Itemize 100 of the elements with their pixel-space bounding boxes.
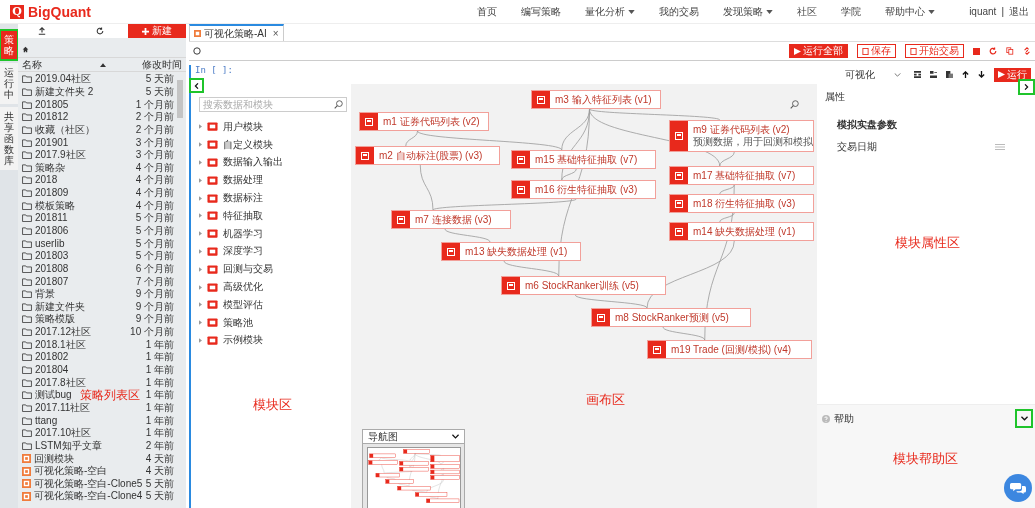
file-name[interactable]: 2017.11社区 [35, 402, 91, 413]
paste-icon[interactable] [946, 71, 953, 78]
chat-button[interactable] [1004, 474, 1032, 502]
file-name[interactable]: 测试bug [35, 390, 72, 401]
minimap-drawing[interactable] [366, 447, 461, 508]
file-name[interactable]: LSTM知乎文章 [35, 440, 102, 451]
username-link[interactable]: iquant [969, 6, 997, 17]
file-name[interactable]: 可视化策略-空白 [34, 466, 108, 477]
file-name[interactable]: 新建文件夹 2 [35, 86, 94, 97]
module-category[interactable]: 数据输入输出 [223, 155, 283, 170]
chevron-down-button[interactable] [1017, 411, 1031, 426]
module-node[interactable]: m18 衍生特征抽取 (v3) [669, 194, 814, 213]
file-name[interactable]: 2017.9社区 [35, 150, 86, 161]
module-category[interactable]: 高级优化 [223, 280, 263, 295]
module-category[interactable]: 数据处理 [223, 173, 263, 188]
column-header[interactable]: 修改时间 [142, 57, 182, 72]
file-name[interactable]: 收藏（社区） [35, 124, 95, 135]
expand-arrow-icon[interactable] [199, 160, 202, 165]
module-node[interactable]: m16 衍生特征抽取 (v3) [511, 180, 656, 199]
side-tab[interactable]: 运行中 [0, 63, 18, 104]
layout-icon[interactable] [930, 71, 937, 78]
module-node[interactable]: m14 缺失数据处理 (v1) [669, 222, 814, 241]
module-node[interactable]: m8 StockRanker预测 (v5) [591, 308, 751, 327]
side-tab[interactable]: 策略 [0, 30, 18, 60]
file-name[interactable]: 背景 [35, 289, 55, 300]
run-button[interactable]: 运行 [994, 67, 1031, 82]
expand-arrow-icon[interactable] [199, 248, 202, 254]
module-node[interactable]: m13 缺失数据处理 (v1) [441, 242, 581, 261]
module-category[interactable]: 特征抽取 [223, 208, 263, 223]
module-node[interactable]: m1 证券代码列表 (v2) [359, 112, 489, 131]
file-name[interactable]: 策略杂 [35, 162, 65, 173]
nav-link[interactable]: 编写策略 [521, 4, 562, 19]
nav-link[interactable]: 学院 [841, 4, 862, 19]
file-name[interactable]: 可视化策略-空白-Clone4 [34, 491, 143, 502]
module-category[interactable]: 自定义模块 [223, 137, 273, 152]
drag-handle-icon[interactable] [995, 144, 1005, 150]
file-name[interactable]: 201808 [35, 263, 69, 274]
file-name[interactable]: 新建文件夹 [35, 301, 85, 312]
file-name[interactable]: 201811 [35, 213, 68, 224]
copy-icon[interactable] [1006, 47, 1014, 55]
toolbar-button[interactable]: 保存 [857, 44, 896, 58]
file-name[interactable]: 2019.04社区 [35, 74, 92, 85]
file-name[interactable]: 模板策略 [35, 200, 75, 211]
nav-link[interactable]: 社区 [797, 4, 818, 19]
home-icon[interactable] [22, 45, 29, 53]
navigator-header[interactable]: 导航图 [363, 430, 464, 444]
side-tab[interactable]: 共享函数库 [0, 107, 18, 170]
file-name[interactable]: 201812 [35, 112, 69, 123]
file-name[interactable]: 2018.1社区 [35, 339, 86, 350]
file-name[interactable]: 201805 [35, 99, 69, 110]
upload-icon[interactable] [38, 27, 46, 35]
expand-arrow-icon[interactable] [199, 213, 202, 219]
file-name[interactable]: 2018 [35, 175, 58, 186]
file-name[interactable]: 2017.10社区 [35, 428, 92, 439]
module-category[interactable]: 模型评估 [223, 297, 263, 312]
nav-link[interactable]: 首页 [477, 4, 498, 19]
expand-arrow-icon[interactable] [199, 142, 202, 148]
file-name[interactable]: 2017.8社区 [35, 377, 86, 388]
sort-icon[interactable] [100, 62, 106, 67]
module-category[interactable]: 机器学习 [223, 226, 263, 241]
module-node[interactable]: m9 证券代码列表 (v2) 预测数据，用于回测和模拟 [669, 120, 814, 152]
close-icon[interactable]: × [272, 28, 279, 39]
nav-link[interactable]: 量化分析 [585, 4, 636, 19]
module-node[interactable]: m19 Trade (回测/模拟) (v4) [647, 340, 812, 359]
module-category[interactable]: 深度学习 [223, 244, 263, 259]
file-name[interactable]: 可视化策略-空白-Clone5 [34, 478, 143, 489]
file-name[interactable]: 201901 [35, 137, 69, 148]
module-node[interactable]: m7 连接数据 (v3) [391, 210, 511, 229]
module-category[interactable]: 用户模块 [223, 119, 263, 134]
collapse-button[interactable] [1020, 81, 1033, 93]
search-field[interactable]: 搜索数据和模块 [199, 97, 347, 112]
logout-link[interactable]: 退出 [1009, 4, 1029, 19]
mode-dropdown[interactable]: 可视化 [845, 67, 901, 82]
nav-link[interactable]: 帮助中心 [885, 4, 936, 19]
file-name[interactable]: 回测模块 [34, 453, 74, 464]
toolbar-button[interactable]: 开始交易 [905, 44, 964, 58]
refresh-icon[interactable] [96, 27, 104, 35]
file-name[interactable]: ttang [35, 415, 58, 426]
stop-icon[interactable] [973, 47, 980, 55]
module-category[interactable]: 回测与交易 [223, 262, 273, 277]
nav-link[interactable]: 发现策略 [723, 4, 774, 19]
expand-arrow-icon[interactable] [199, 177, 202, 183]
search-icon[interactable] [790, 100, 799, 109]
file-name[interactable]: 策略模版 [35, 314, 75, 325]
module-node[interactable]: m6 StockRanker训练 (v5) [501, 276, 666, 295]
expand-arrow-icon[interactable] [199, 231, 202, 237]
new-button[interactable]: 新建 [128, 24, 186, 38]
expand-arrow-icon[interactable] [199, 124, 202, 130]
scrollbar[interactable] [177, 80, 183, 118]
module-category[interactable]: 示例模块 [223, 333, 263, 348]
expand-arrow-icon[interactable] [199, 266, 202, 272]
module-node[interactable]: m2 自动标注(股票) (v3) [355, 146, 500, 165]
module-node[interactable]: m15 基础特征抽取 (v7) [511, 150, 656, 169]
module-node[interactable]: m17 基础特征抽取 (v7) [669, 166, 814, 185]
file-name[interactable]: 201807 [35, 276, 69, 287]
file-name[interactable]: 201806 [35, 226, 69, 236]
expand-arrow-icon[interactable] [199, 337, 202, 343]
arrow-up-icon[interactable] [962, 71, 969, 78]
collapse-button[interactable] [191, 80, 202, 91]
layout-icon[interactable] [914, 71, 921, 78]
